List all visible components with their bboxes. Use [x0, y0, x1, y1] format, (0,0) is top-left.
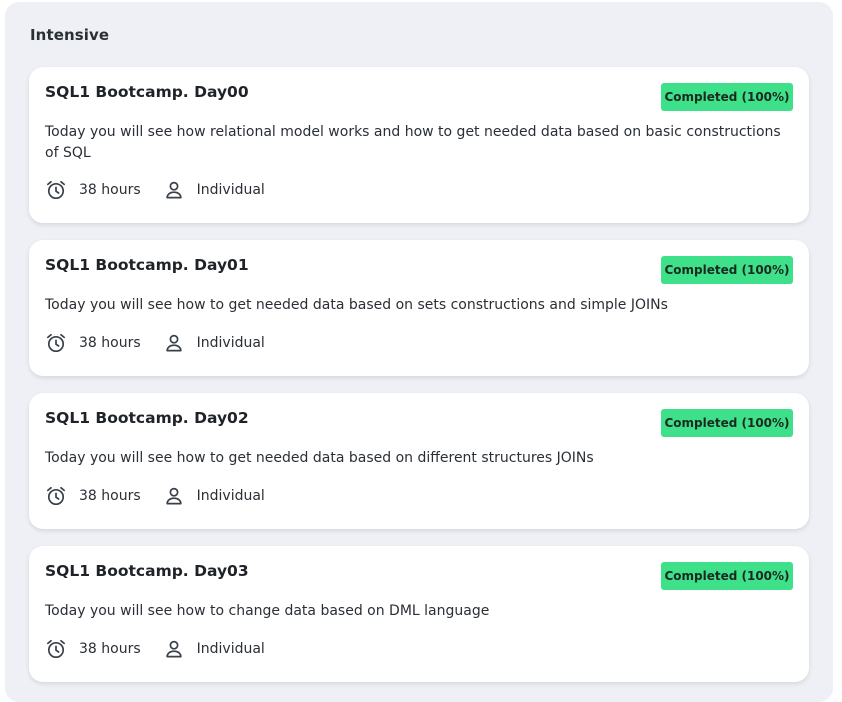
alarm-clock-icon [45, 485, 67, 507]
card-title: SQL1 Bootcamp. Day03 [45, 562, 249, 580]
project-card-day02[interactable]: SQL1 Bootcamp. Day02 Completed (100%) To… [29, 393, 809, 529]
person-icon [163, 179, 185, 201]
alarm-clock-icon [45, 179, 67, 201]
project-card-day01[interactable]: SQL1 Bootcamp. Day01 Completed (100%) To… [29, 240, 809, 376]
status-badge: Completed (100%) [661, 409, 793, 437]
alarm-clock-icon [45, 638, 67, 660]
project-type-label: Individual [196, 641, 265, 657]
card-meta: 38 hours Individual [45, 332, 265, 354]
project-type-label: Individual [196, 335, 265, 351]
status-badge: Completed (100%) [661, 256, 793, 284]
status-badge: Completed (100%) [661, 562, 793, 590]
card-title: SQL1 Bootcamp. Day02 [45, 409, 249, 427]
project-type-label: Individual [196, 488, 265, 504]
card-description: Today you will see how to get needed dat… [45, 297, 668, 313]
card-description: Today you will see how to change data ba… [45, 603, 490, 619]
duration-label: 38 hours [79, 335, 141, 351]
card-meta: 38 hours Individual [45, 485, 265, 507]
project-card-day00[interactable]: SQL1 Bootcamp. Day00 Completed (100%) To… [29, 67, 809, 223]
alarm-clock-icon [45, 332, 67, 354]
person-icon [163, 485, 185, 507]
section-title: Intensive [30, 26, 110, 44]
card-meta: 38 hours Individual [45, 179, 265, 201]
card-description: Today you will see how to get needed dat… [45, 450, 594, 466]
status-badge: Completed (100%) [661, 83, 793, 111]
project-card-day03[interactable]: SQL1 Bootcamp. Day03 Completed (100%) To… [29, 546, 809, 682]
person-icon [163, 638, 185, 660]
card-title: SQL1 Bootcamp. Day00 [45, 83, 249, 101]
card-meta: 38 hours Individual [45, 638, 265, 660]
duration-label: 38 hours [79, 488, 141, 504]
duration-label: 38 hours [79, 182, 141, 198]
duration-label: 38 hours [79, 641, 141, 657]
intensive-section: Intensive SQL1 Bootcamp. Day00 Completed… [5, 2, 833, 702]
project-type-label: Individual [196, 182, 265, 198]
card-description: Today you will see how relational model … [45, 124, 781, 161]
card-title: SQL1 Bootcamp. Day01 [45, 256, 249, 274]
person-icon [163, 332, 185, 354]
